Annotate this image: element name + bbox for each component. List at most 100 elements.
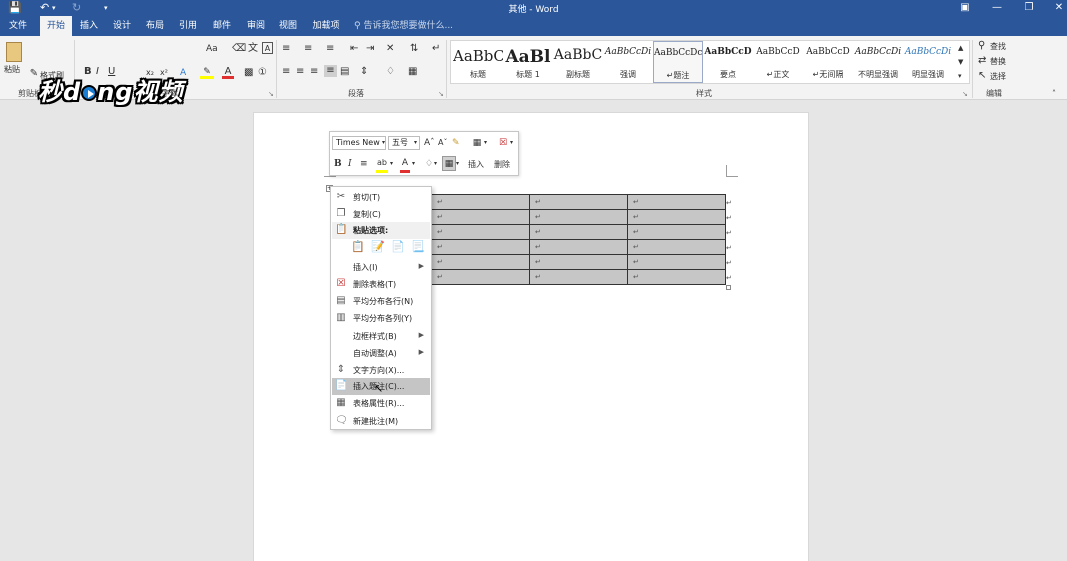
clear-formatting-icon[interactable]: ⌫ [232, 43, 246, 55]
highlight-dropdown-icon[interactable]: ▾ [390, 157, 393, 171]
delete-mini-button[interactable]: 删除 [494, 158, 510, 172]
menu-item-text-direction[interactable]: ⇕ 文字方向(X)... [332, 362, 430, 379]
table-cell[interactable]: ↵ [627, 209, 726, 225]
table-cell[interactable]: ↵ [627, 224, 726, 240]
character-border-icon[interactable]: A [262, 42, 273, 54]
table-resize-handle[interactable] [726, 285, 731, 290]
menu-item-copy[interactable]: ❐ 复制(C) [332, 206, 430, 223]
insert-mini-button[interactable]: 插入 [468, 158, 484, 172]
decrease-indent-icon[interactable]: ⇤ [350, 43, 358, 55]
shading-dropdown-icon[interactable]: ▾ [434, 157, 437, 171]
delete-dropdown-icon[interactable]: ▾ [510, 136, 513, 150]
insert-table-dropdown-icon[interactable]: ▾ [484, 136, 487, 150]
distributed-icon[interactable]: ▤ [340, 66, 349, 78]
styles-scroll-up-icon[interactable]: ▲ [958, 42, 963, 54]
tab-mailings[interactable]: 邮件 [208, 16, 236, 36]
paste-keep-formatting-icon[interactable]: 📋 [351, 239, 365, 255]
tab-design[interactable]: 设计 [108, 16, 136, 36]
align-right-icon[interactable]: ≡ [310, 66, 318, 78]
chinese-layout-icon[interactable]: ✕ [386, 43, 394, 55]
tab-view[interactable]: 视图 [274, 16, 302, 36]
table-cell[interactable]: ↵ [529, 239, 628, 255]
styles-launcher-icon[interactable]: ↘ [962, 90, 968, 98]
change-case-button[interactable]: Aa [206, 44, 218, 54]
borders-dropdown-icon[interactable]: ▾ [456, 157, 459, 171]
text-effects-icon[interactable]: A [180, 67, 186, 79]
grow-font-icon[interactable]: Aˆ [424, 136, 435, 150]
style-item[interactable]: AaBbC 标题 [453, 41, 503, 83]
paragraph-launcher-icon[interactable]: ↘ [438, 90, 444, 98]
minimize-icon[interactable]: — [990, 1, 1004, 15]
style-item[interactable]: AaBbCcDi 明显强调 [903, 41, 953, 83]
superscript-icon[interactable]: x² [160, 67, 168, 79]
align-left-icon[interactable]: ≡ [282, 66, 290, 78]
style-item[interactable]: AaBl 标题 1 [503, 41, 553, 83]
style-item[interactable]: AaBbCcDi 不明显强调 [853, 41, 903, 83]
align-center-icon[interactable]: ≡ [296, 66, 304, 78]
menu-item-table-properties[interactable]: ▦ 表格属性(R)... [332, 395, 430, 412]
highlight-mini-icon[interactable]: ab [376, 156, 388, 173]
replace-icon[interactable]: ⇄ [978, 55, 986, 67]
justify-icon[interactable]: ≡ [324, 65, 337, 77]
menu-item-insert[interactable]: 插入(I) ▶ [332, 259, 430, 276]
phonetic-guide-icon[interactable]: 文 [248, 43, 258, 55]
table-cell[interactable]: ↵ [627, 254, 726, 270]
table-cell[interactable]: ↵ [529, 224, 628, 240]
table-cell[interactable]: ↵ [627, 194, 726, 210]
enclose-characters-icon[interactable]: ① [258, 67, 267, 79]
paste-icon[interactable] [6, 42, 22, 62]
ribbon-display-options-icon[interactable]: ▣ [958, 1, 972, 15]
table-cell[interactable]: ↵ [431, 194, 530, 210]
subscript-icon[interactable]: x₂ [146, 67, 154, 79]
font-launcher-icon[interactable]: ↘ [268, 90, 274, 98]
shrink-font-icon[interactable]: Aˇ [438, 136, 447, 150]
select-icon[interactable]: ↖ [978, 70, 986, 82]
style-item[interactable]: AaBbCcD 要点 [703, 41, 753, 83]
style-item[interactable]: AaBbCcDi 强调 [603, 41, 653, 83]
tell-me-box[interactable]: ⚲ 告诉我您想要做什么... [354, 16, 453, 36]
font-color-icon[interactable]: A [222, 66, 234, 79]
style-item[interactable]: AaBbCcDc ↵题注 [653, 41, 703, 83]
menu-item-distribute-columns[interactable]: ▥ 平均分布各列(Y) [332, 310, 430, 327]
table-cell[interactable]: ↵ [431, 254, 530, 270]
table-cell[interactable]: ↵ [529, 209, 628, 225]
increase-indent-icon[interactable]: ⇥ [366, 43, 374, 55]
italic-mini-button[interactable]: I [348, 157, 352, 171]
font-size-dropdown-icon[interactable]: ▾ [414, 136, 417, 150]
close-icon[interactable]: ✕ [1052, 1, 1066, 15]
replace-button[interactable]: 替换 [990, 56, 1006, 67]
bold-button[interactable]: B [84, 66, 92, 77]
underline-button[interactable]: U [108, 66, 115, 77]
show-hide-marks-icon[interactable]: ↵ [432, 43, 440, 55]
tab-review[interactable]: 审阅 [242, 16, 270, 36]
table-cell[interactable]: ↵ [431, 239, 530, 255]
italic-button[interactable]: I [96, 66, 99, 77]
style-item[interactable]: AaBbCcD ↵正文 [753, 41, 803, 83]
tab-file[interactable]: 文件 [4, 16, 32, 36]
styles-scroll-down-icon[interactable]: ▼ [958, 56, 963, 68]
font-color-mini-icon[interactable]: A [400, 156, 410, 173]
font-name-dropdown-icon[interactable]: ▾ [382, 136, 385, 150]
center-align-mini-icon[interactable]: ≡ [360, 157, 368, 171]
borders-icon[interactable]: ▦ [408, 66, 417, 78]
numbering-icon[interactable]: ≡ [304, 43, 312, 55]
multilevel-list-icon[interactable]: ≡ [326, 43, 334, 55]
menu-item-cut[interactable]: ✂ 剪切(T) [332, 189, 430, 206]
font-name-box[interactable]: Times New [332, 136, 386, 150]
table-cell[interactable]: ↵ [627, 269, 726, 285]
paste-picture-icon[interactable]: 📄 [391, 239, 405, 255]
styles-more-icon[interactable]: ▾ [958, 70, 962, 82]
tab-addins[interactable]: 加载项 [308, 16, 344, 36]
table-cell[interactable]: ↵ [529, 194, 628, 210]
menu-item-delete-table[interactable]: ☒ 删除表格(T) [332, 276, 430, 293]
restore-icon[interactable]: ❐ [1022, 1, 1036, 15]
line-spacing-icon[interactable]: ⇕ [360, 66, 368, 78]
style-item[interactable]: AaBbCcD ↵无间隔 [803, 41, 853, 83]
table-cell[interactable]: ↵ [431, 209, 530, 225]
insert-table-icon[interactable]: ▦ [470, 136, 484, 150]
table-cell[interactable]: ↵ [627, 239, 726, 255]
shading-icon[interactable]: ♢ [386, 66, 395, 78]
delete-table-mini-icon[interactable]: ☒ [496, 136, 510, 150]
font-color-dropdown-icon[interactable]: ▾ [412, 157, 415, 171]
select-button[interactable]: 选择 [990, 71, 1006, 82]
